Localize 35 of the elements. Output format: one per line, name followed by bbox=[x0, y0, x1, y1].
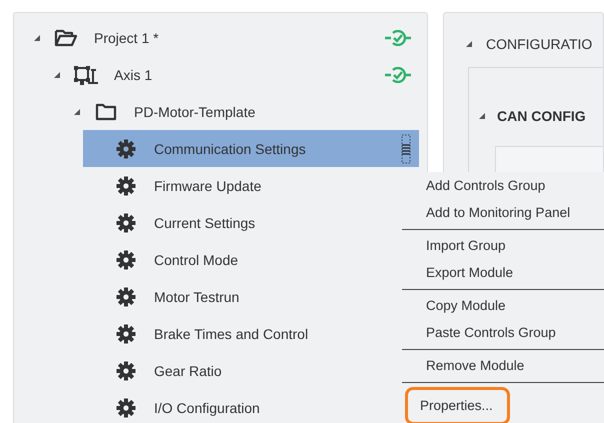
tree-item-label: I/O Configuration bbox=[154, 400, 261, 416]
subsection-title: CAN CONFIG bbox=[497, 108, 586, 124]
tree-item[interactable]: Project 1 * bbox=[23, 19, 419, 56]
drag-handle-icon[interactable] bbox=[401, 134, 411, 164]
open-folder-icon bbox=[54, 28, 78, 46]
tree-item-label: Axis 1 bbox=[114, 66, 154, 82]
expanded-arrow-icon[interactable] bbox=[54, 72, 60, 78]
gear-icon bbox=[116, 286, 136, 306]
expanded-arrow-icon[interactable] bbox=[466, 41, 472, 47]
section-title: CONFIGURATIO bbox=[486, 36, 592, 52]
tree-item-label: Control Mode bbox=[154, 252, 240, 268]
tree-item-label: Communication Settings bbox=[154, 140, 307, 156]
tree-item-label: Brake Times and Control bbox=[154, 326, 310, 342]
tree-item-label: Project 1 * bbox=[94, 30, 160, 46]
gear-icon bbox=[116, 250, 136, 270]
expanded-arrow-icon[interactable] bbox=[34, 34, 40, 40]
tree-item[interactable]: PD-Motor-Template bbox=[63, 93, 419, 130]
gear-icon bbox=[116, 324, 136, 344]
tree-item-label: Firmware Update bbox=[154, 178, 262, 194]
tree-item[interactable]: Axis 1 bbox=[43, 56, 419, 93]
expanded-arrow-icon[interactable] bbox=[479, 113, 485, 119]
tree-item-label: PD-Motor-Template bbox=[134, 104, 256, 120]
gear-icon bbox=[116, 212, 136, 232]
gear-icon bbox=[116, 176, 136, 196]
axis-icon bbox=[73, 64, 99, 84]
tree-item-label: Gear Ratio bbox=[154, 362, 223, 378]
gear-icon bbox=[116, 138, 136, 158]
gear-icon bbox=[116, 360, 136, 380]
tree-item-label: Current Settings bbox=[154, 214, 256, 230]
folder-icon bbox=[95, 102, 117, 120]
menu-item[interactable]: Properties... bbox=[405, 387, 510, 423]
gear-icon bbox=[116, 398, 136, 418]
expanded-arrow-icon[interactable] bbox=[74, 108, 80, 114]
tree-item[interactable]: Communication Settings bbox=[83, 130, 419, 167]
tree-item-label: Motor Testrun bbox=[154, 288, 240, 304]
